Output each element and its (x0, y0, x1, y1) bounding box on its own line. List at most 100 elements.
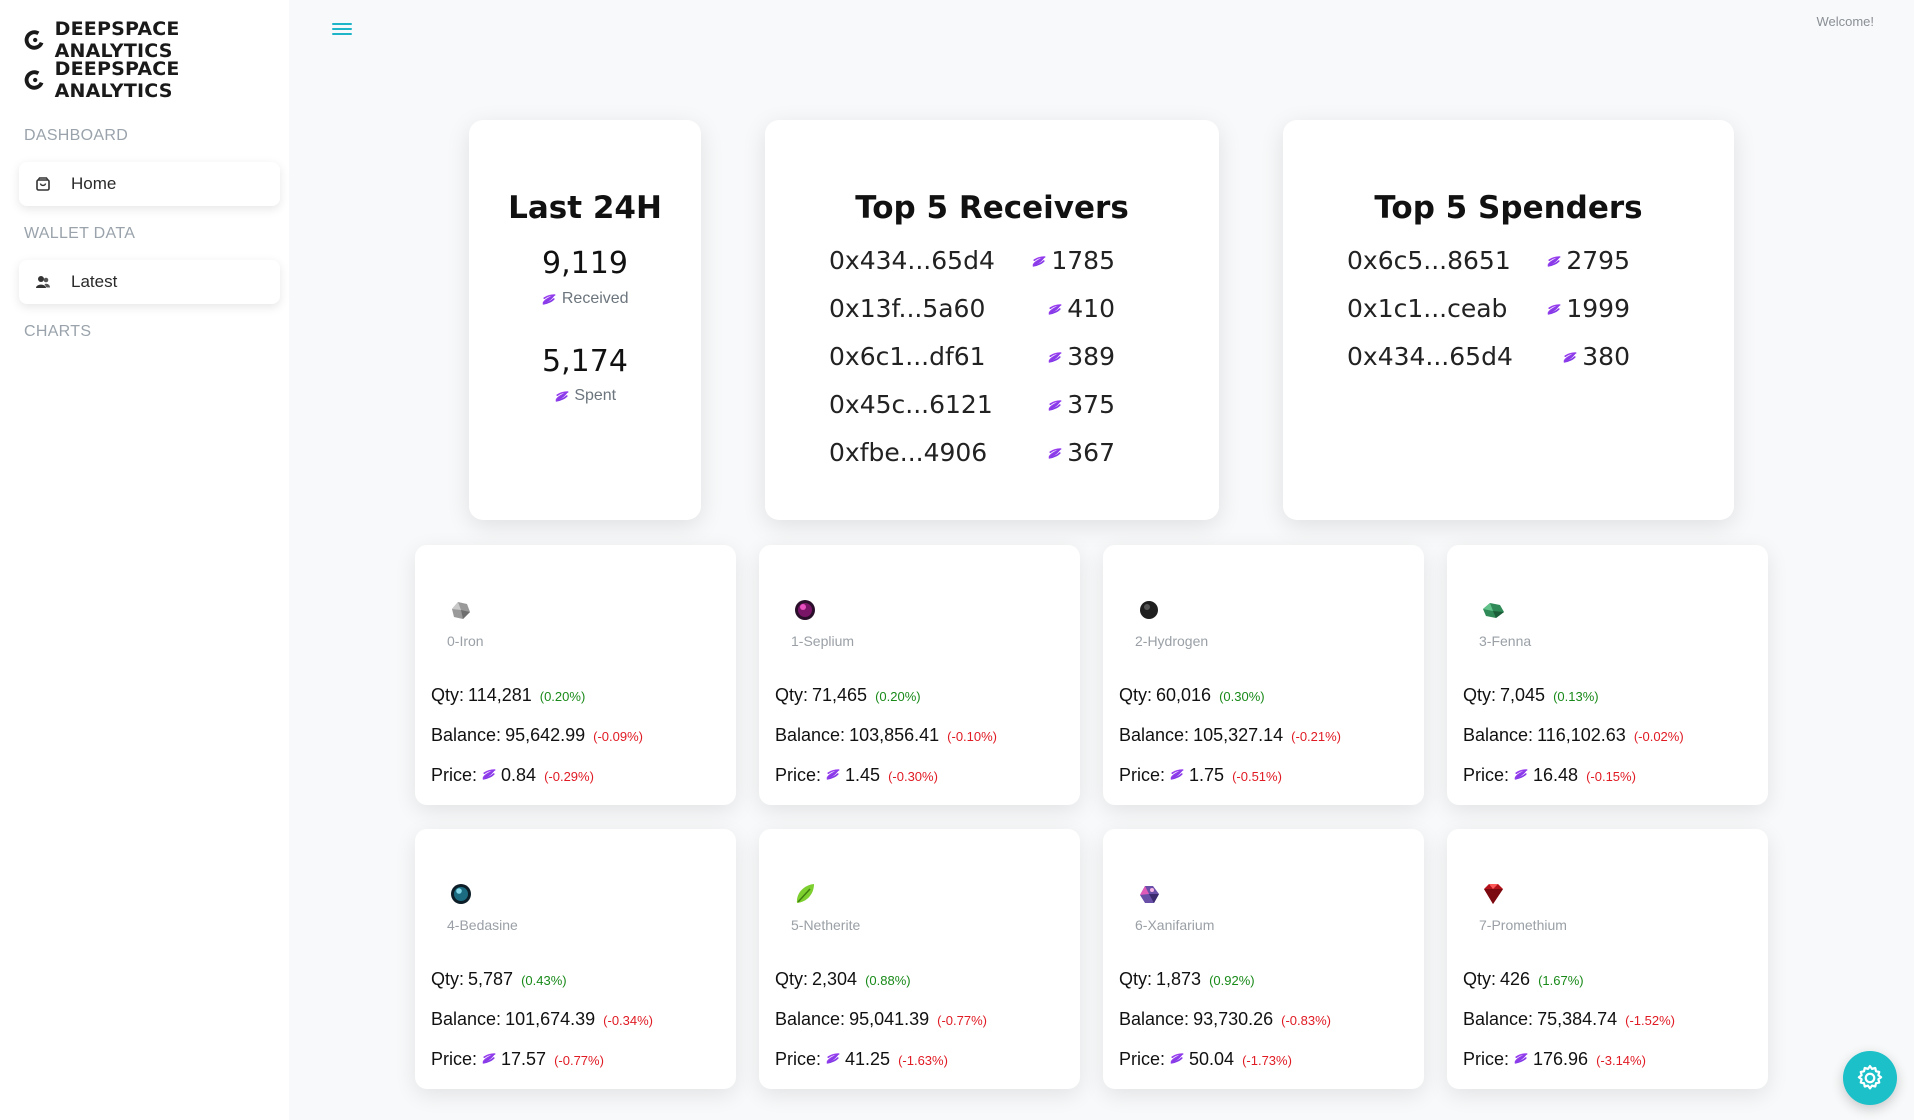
resource-card[interactable]: 2-Hydrogen Qty: 60,016 (0.30%) Balance: 105,3… (1103, 545, 1424, 805)
rank-row[interactable]: 0x6c5...8651 2795 (1283, 246, 1734, 282)
last-24h-card: Last 24H 9,119 Received 5,174 Spent (469, 120, 701, 520)
amount-value: 2795 (1566, 246, 1630, 275)
menu-toggle-icon[interactable] (332, 20, 352, 40)
rank-row[interactable]: 0x434...65d4 1785 (765, 246, 1219, 282)
balance-value: 95,041.39 (849, 1009, 930, 1029)
qty-line: Qty: 71,465 (0.20%) (775, 685, 921, 706)
qty-label: Qty: (431, 969, 465, 989)
qty-line: Qty: 1,873 (0.92%) (1119, 969, 1255, 990)
qty-line: Qty: 426 (1.67%) (1463, 969, 1584, 990)
coin-icon (825, 767, 841, 781)
balance-label: Balance: (431, 1009, 502, 1029)
amount-value: 1785 (1051, 246, 1115, 275)
amount-value: 1999 (1566, 294, 1630, 323)
wallet-address[interactable]: 0xfbe...4906 (829, 438, 987, 467)
xanifarium-crystal-icon (1140, 886, 1159, 903)
qty-label: Qty: (1463, 685, 1497, 705)
sidebar-item-label: Home (71, 174, 117, 193)
netherite-leaf-icon (796, 884, 814, 903)
rank-row[interactable]: 0xfbe...4906 367 (765, 438, 1219, 474)
resource-card[interactable]: 0-Iron Qty: 114,281 (0.20%) Balance: 95,642.9… (415, 545, 736, 805)
rank-row[interactable]: 0x13f...5a60 410 (765, 294, 1219, 330)
qty-value: 71,465 (812, 685, 868, 705)
wallet-address[interactable]: 0x6c5...8651 (1347, 246, 1511, 275)
price-change: (-0.51%) (1232, 769, 1282, 784)
qty-value: 5,787 (468, 969, 514, 989)
price-label: Price: (775, 1049, 822, 1069)
coin-icon (1031, 254, 1047, 268)
sidebar-item-home[interactable]: Home (19, 162, 280, 206)
rank-row[interactable]: 0x45c...6121 375 (765, 390, 1219, 426)
balance-value: 116,102.63 (1537, 725, 1626, 745)
amount: 380 (1562, 342, 1630, 371)
brand-logo-icon (24, 30, 44, 50)
rank-row[interactable]: 0x6c1...df61 389 (765, 342, 1219, 378)
sidebar-item-label: Latest (71, 272, 118, 291)
price-line: Price: 1.75 (-0.51%) (1119, 765, 1282, 786)
qty-line: Qty: 7,045 (0.13%) (1463, 685, 1599, 706)
resource-name: 5-Netherite (791, 917, 861, 933)
balance-label: Balance: (1463, 1009, 1534, 1029)
price-line: Price: 17.57 (-0.77%) (431, 1049, 604, 1070)
shopping-bag-icon (36, 177, 50, 191)
coin-icon (1047, 302, 1063, 316)
settings-button[interactable] (1843, 1051, 1897, 1105)
balance-value: 93,730.26 (1193, 1009, 1274, 1029)
resource-card[interactable]: 1-Seplium Qty: 71,465 (0.20%) Balance: 103,85… (759, 545, 1080, 805)
qty-value: 60,016 (1156, 685, 1212, 705)
wallet-address[interactable]: 0x45c...6121 (829, 390, 993, 419)
qty-value: 114,281 (468, 685, 532, 705)
balance-value: 101,674.39 (505, 1009, 596, 1029)
brand-header-secondary[interactable]: DEEPSPACE ANALYTICS (24, 58, 289, 102)
qty-label: Qty: (1119, 969, 1153, 989)
seplium-orb-icon (795, 600, 815, 620)
wallet-address[interactable]: 0x6c1...df61 (829, 342, 986, 371)
balance-value: 103,856.41 (849, 725, 940, 745)
iron-ore-icon (452, 602, 470, 619)
fenna-crystal-icon (1483, 603, 1504, 618)
balance-change: (-0.21%) (1291, 729, 1342, 744)
wallet-address[interactable]: 0x434...65d4 (1347, 342, 1513, 371)
price-label: Price: (1119, 1049, 1166, 1069)
coin-icon (825, 1051, 841, 1065)
coin-icon (554, 389, 570, 403)
balance-label: Balance: (775, 1009, 846, 1029)
balance-change: (-0.34%) (603, 1013, 654, 1028)
qty-change: (0.20%) (539, 689, 586, 704)
resource-card[interactable]: 6-Xanifarium Qty: 1,873 (0.92%) Balance: 93,7… (1103, 829, 1424, 1089)
rank-row[interactable]: 0x434...65d4 380 (1283, 342, 1734, 378)
coin-icon (481, 1051, 497, 1065)
balance-line: Balance: 103,856.41 (-0.10%) (775, 725, 997, 746)
price-label: Price: (431, 1049, 478, 1069)
resource-card[interactable]: 3-Fenna Qty: 7,045 (0.13%) Balance: 116,102.6… (1447, 545, 1768, 805)
balance-change: (-0.02%) (1633, 729, 1684, 744)
section-title-charts[interactable]: CHARTS (24, 323, 91, 341)
coin-icon (541, 292, 557, 306)
resource-card[interactable]: 4-Bedasine Qty: 5,787 (0.43%) Balance: 101,67… (415, 829, 736, 1089)
qty-change: (0.92%) (1209, 973, 1255, 988)
price-line: Price: 16.48 (-0.15%) (1463, 765, 1636, 786)
coin-icon (1047, 350, 1063, 364)
coin-icon (1169, 767, 1185, 781)
wallet-address[interactable]: 0x1c1...ceab (1347, 294, 1507, 323)
brand-logo-icon (24, 70, 44, 90)
qty-value: 426 (1500, 969, 1531, 989)
brand-header[interactable]: DEEPSPACE ANALYTICS (24, 18, 289, 62)
resource-card[interactable]: 7-Promethium Qty: 426 (1.67%) Balance: 75,384… (1447, 829, 1768, 1089)
wallet-address[interactable]: 0x13f...5a60 (829, 294, 985, 323)
price-change: (-0.15%) (1586, 769, 1636, 784)
wallet-address[interactable]: 0x434...65d4 (829, 246, 995, 275)
balance-line: Balance: 95,642.99 (-0.09%) (431, 725, 643, 746)
received-label: Received (469, 290, 701, 308)
qty-change: (1.67%) (1538, 973, 1584, 988)
balance-label: Balance: (1463, 725, 1534, 745)
qty-change: (0.13%) (1553, 689, 1599, 704)
balance-change: (-0.77%) (937, 1013, 987, 1028)
coin-icon (1546, 254, 1562, 268)
sidebar-item-latest[interactable]: Latest (19, 260, 280, 304)
balance-change: (-0.83%) (1281, 1013, 1331, 1028)
section-title-wallet-data: WALLET DATA (24, 225, 136, 242)
rank-row[interactable]: 0x1c1...ceab 1999 (1283, 294, 1734, 330)
price-line: Price: 50.04 (-1.73%) (1119, 1049, 1292, 1070)
resource-card[interactable]: 5-Netherite Qty: 2,304 (0.88%) Balance: 95,04… (759, 829, 1080, 1089)
